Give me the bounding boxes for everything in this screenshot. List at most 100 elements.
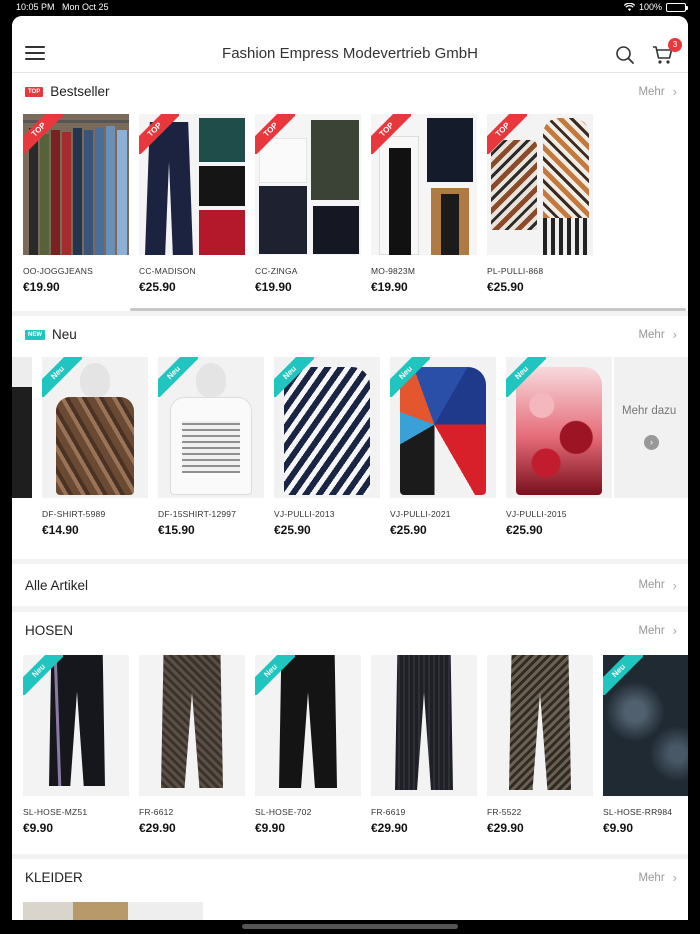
product-sku: VJ-PULLI-2021 [390,509,451,519]
new-tag: NEW [25,329,45,340]
product-sku: PL-PULLI-868 [487,266,544,276]
product-price: €9.90 [255,821,286,835]
all-articles-section[interactable]: Alle Artikel Mehr › [12,564,688,606]
product-image-trousers-houndstooth [487,655,593,796]
product-card[interactable]: TOP CC-MADISON €25.90 [139,114,245,304]
product-sku: CC-MADISON [139,266,196,276]
product-price: €14.90 [42,523,79,537]
product-sku: FR-6619 [371,807,406,817]
product-card[interactable]: TOP MO-9823M €19.90 [371,114,477,304]
product-price: €29.90 [371,821,408,835]
top-ribbon: TOP [139,114,179,154]
product-card[interactable]: TOP CC-ZINGA €19.90 [255,114,361,304]
top-bar: Fashion Empress Modevertrieb GmbH 3 [12,16,688,73]
kleider-section: KLEIDER Mehr › [12,859,688,920]
product-card[interactable]: Neu SL-HOSE-MZ51 €9.90 [23,655,129,845]
kleider-header: KLEIDER Mehr › [12,859,688,896]
product-price: €9.90 [23,821,54,835]
cart-count-badge: 3 [668,38,682,52]
chevron-right-icon: › [672,870,677,885]
product-card[interactable]: TOP PL-PULLI-868 €25.90 [487,114,593,304]
product-image-trousers-pattern [371,655,477,796]
hosen-more-link[interactable]: Mehr › [638,612,677,649]
product-sku: SL-HOSE-702 [255,807,312,817]
product-card[interactable]: Neu DF-15SHIRT-12997 €15.90 [158,357,264,547]
product-price: €25.90 [487,280,524,294]
product-sku: VJ-PULLI-2013 [274,509,335,519]
all-articles-header: Alle Artikel Mehr › [12,564,688,606]
product-sku: DF-SHIRT-5989 [42,509,106,519]
cart-button[interactable]: 3 [652,38,682,66]
product-price: €25.90 [390,523,427,537]
kleider-row-partial[interactable] [23,902,203,920]
chevron-right-icon: › [672,327,677,342]
neu-ribbon: Neu [23,655,63,695]
search-icon[interactable] [615,45,635,65]
neu-more-link[interactable]: Mehr › [638,316,677,353]
product-image-trousers-check [139,655,245,796]
product-card[interactable]: FR-6619 €29.90 [371,655,477,845]
home-indicator[interactable] [242,924,458,929]
product-price: €19.90 [23,280,60,294]
neu-header: NEW Neu Mehr › [12,316,688,353]
chevron-right-icon: › [672,577,677,593]
hosen-row[interactable]: Neu SL-HOSE-MZ51 €9.90 FR-6612 €29.90 Ne… [12,655,688,845]
kleider-more-link[interactable]: Mehr › [638,859,677,896]
product-card[interactable]: Neu VJ-PULLI-2013 €25.90 [274,357,380,547]
product-price: €19.90 [371,280,408,294]
product-sku: FR-5522 [487,807,522,817]
horizontal-scrollbar[interactable] [130,308,686,311]
product-sku: OO-JOGGJEANS [23,266,93,276]
product-sku: SL-HOSE-MZ51 [23,807,88,817]
neu-ribbon: Neu [390,357,430,397]
neu-section: NEW Neu Mehr› Neu DF-SHIRT-5989 €14.90 [12,316,688,559]
product-card[interactable]: Neu SL-HOSE-702 €9.90 [255,655,361,845]
product-sku: FR-6612 [139,807,174,817]
product-card[interactable]: Neu VJ-PULLI-2021 €25.90 [390,357,496,547]
neu-row[interactable]: Neu DF-SHIRT-5989 €14.90 Neu DF-15SHIRT-… [12,357,688,547]
product-sku: VJ-PULLI-2015 [506,509,567,519]
product-card[interactable]: FR-6612 €29.90 [139,655,245,845]
top-ribbon: TOP [371,114,411,154]
product-price: €29.90 [139,821,176,835]
product-price: €15.90 [158,523,195,537]
more-products-card[interactable]: Mehr dazu › [614,357,688,498]
bestseller-more-link[interactable]: Mehr › [638,73,677,110]
product-sku: MO-9823M [371,266,416,276]
hosen-section: HOSEN Mehr › Neu SL-HOSE-MZ51 €9.90 FR-66… [12,612,688,854]
neu-title: Neu [52,327,77,342]
more-products-label: Mehr dazu [622,405,677,417]
product-price: €29.90 [487,821,524,835]
product-card[interactable]: Neu VJ-PULLI-2015 €25.90 [506,357,612,547]
product-card[interactable]: Neu DF-SHIRT-5989 €14.90 [42,357,148,547]
product-price: €25.90 [139,280,176,294]
app-screen: Fashion Empress Modevertrieb GmbH 3 TOP B… [12,16,688,920]
bestseller-header: TOP Bestseller Mehr › [12,73,688,110]
neu-ribbon: Neu [603,655,643,695]
all-articles-more-link[interactable]: Mehr › [638,564,677,606]
bestseller-row[interactable]: TOP OO-JOGGJEANS €19.90 TOP CC-MADISON €… [12,114,688,304]
neu-ribbon: Neu [42,357,82,397]
top-tag: TOP [25,86,44,97]
all-articles-title: Alle Artikel [25,577,89,593]
neu-ribbon: Neu [274,357,314,397]
neu-ribbon: Neu [255,655,295,695]
product-price: €19.90 [255,280,292,294]
chevron-right-icon: › [672,623,677,638]
product-price: €9.90 [603,821,634,835]
chevron-right-circle-icon: › [644,435,659,450]
status-bar: 10:05 PM Mon Oct 25 100% [0,0,700,16]
neu-ribbon: Neu [506,357,546,397]
top-ribbon: TOP [487,114,527,154]
kleider-title: KLEIDER [25,870,83,885]
hosen-title: HOSEN [25,623,74,638]
chevron-right-icon: › [672,84,677,99]
battery-percent: 100% [638,2,662,12]
product-card[interactable]: TOP OO-JOGGJEANS €19.90 [23,114,129,304]
wifi-icon [623,3,635,11]
product-card[interactable]: Neu SL-HOSE-RR984 €9.90 [603,655,688,845]
status-time: 10:05 PM Mon Oct 25 [16,2,109,12]
product-card-partial[interactable] [12,357,32,547]
bestseller-title: Bestseller [50,84,110,99]
product-card[interactable]: FR-5522 €29.90 [487,655,593,845]
